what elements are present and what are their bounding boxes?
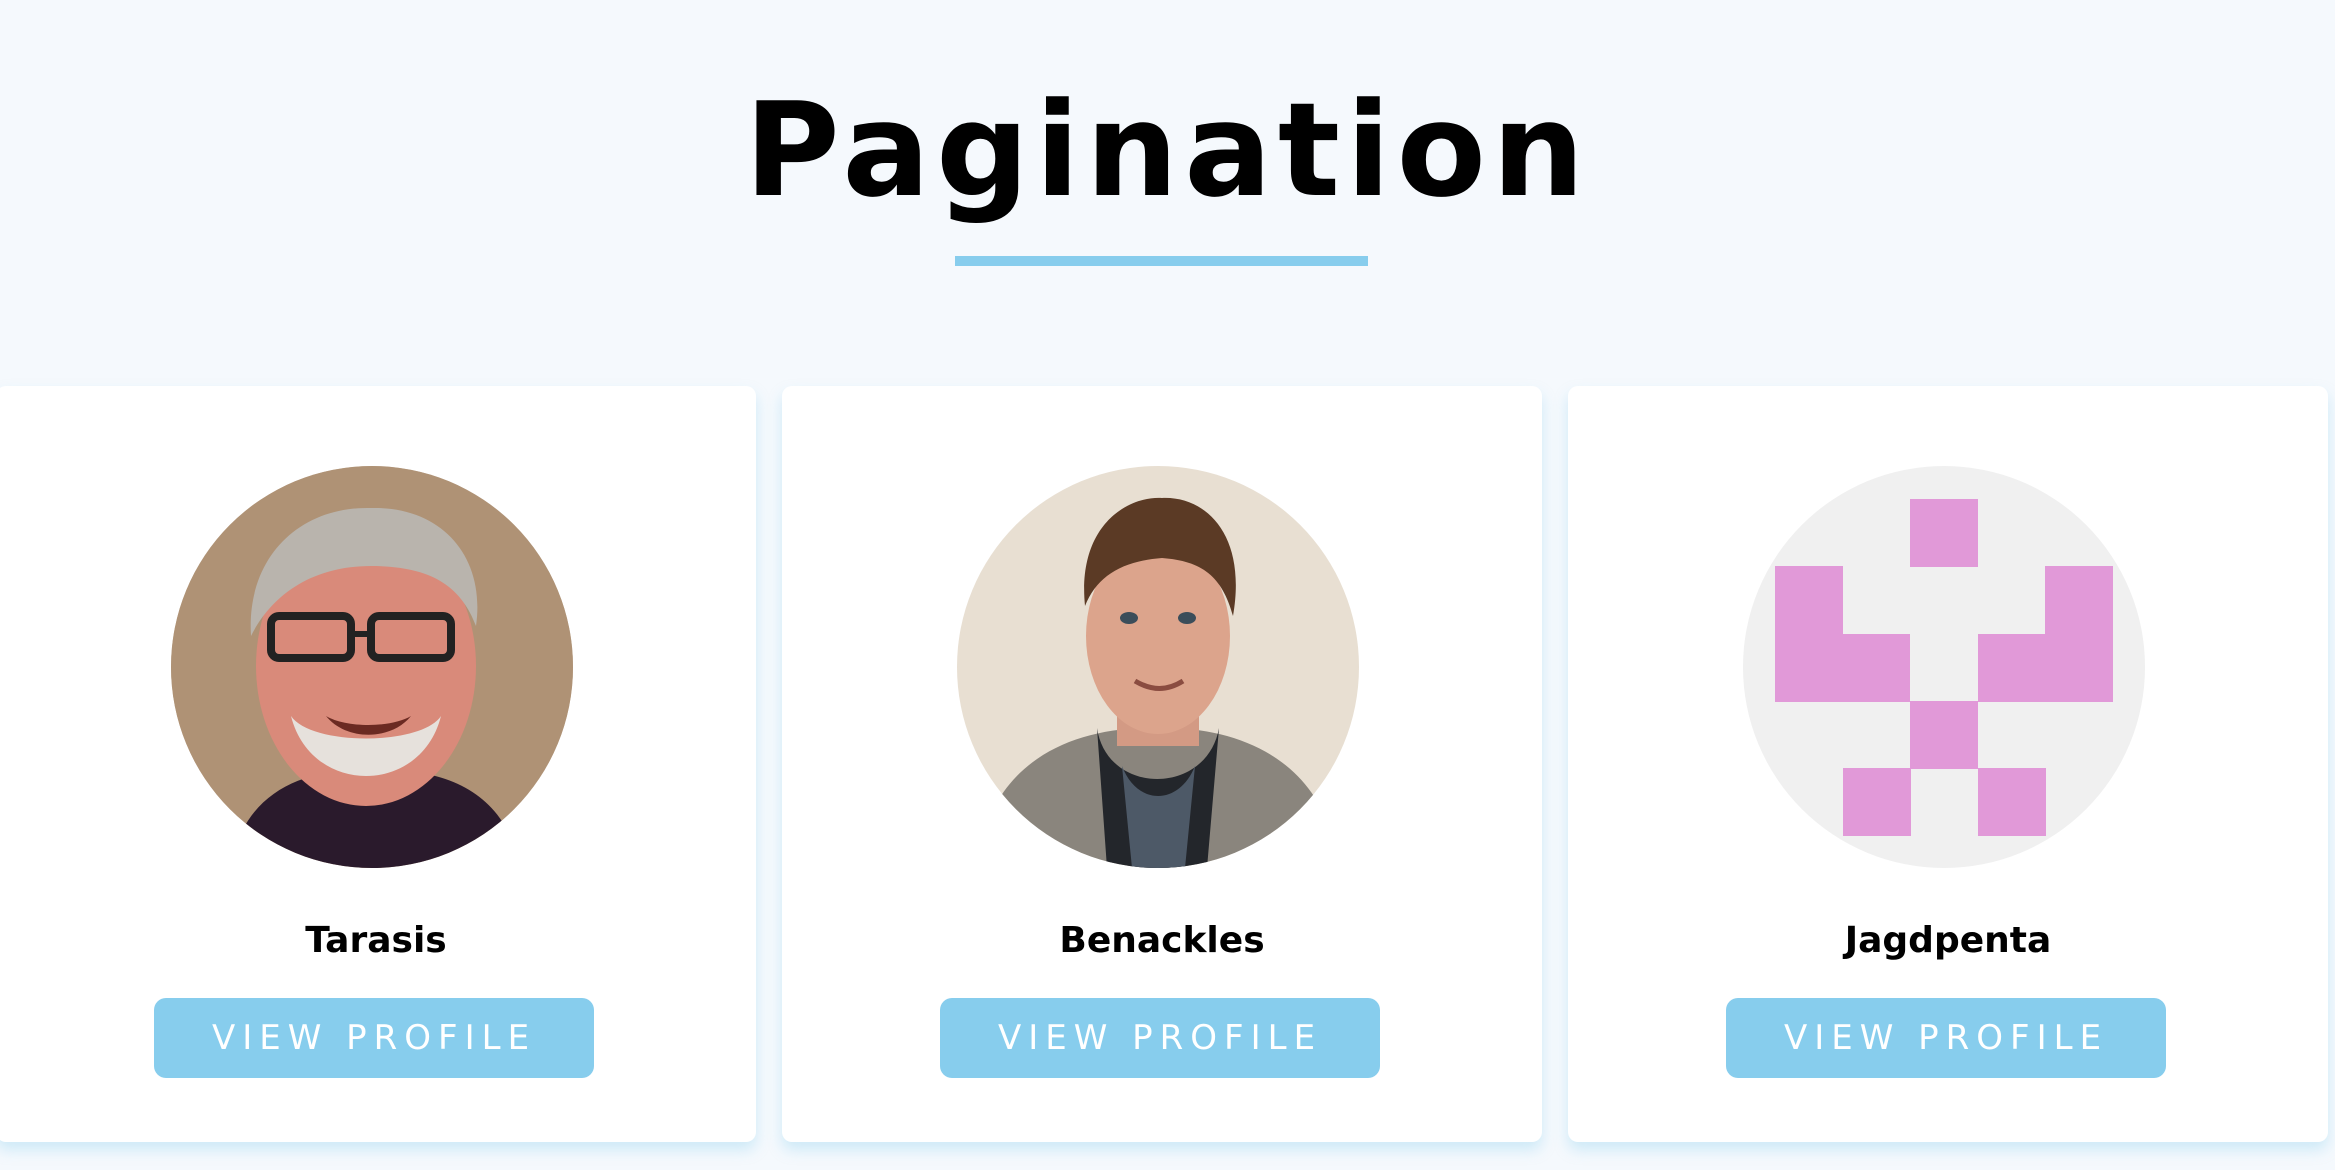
avatar-photo [171, 466, 573, 868]
profile-card: Tarasis VIEW PROFILE [0, 386, 756, 1142]
page-title: Pagination [744, 74, 1591, 226]
identicon-avatar [1743, 466, 2145, 868]
page-header: Pagination [0, 0, 2335, 380]
profile-card: Jagdpenta VIEW PROFILE [1568, 386, 2328, 1142]
card-name: Benackles [1059, 920, 1265, 961]
avatar [1743, 466, 2145, 868]
card-name: Jagdpenta [1844, 920, 2052, 961]
view-profile-button[interactable]: VIEW PROFILE [940, 998, 1380, 1078]
profile-card: Benackles VIEW PROFILE [782, 386, 1542, 1142]
view-profile-button[interactable]: VIEW PROFILE [1726, 998, 2166, 1078]
avatar [957, 466, 1359, 868]
avatar-photo [957, 466, 1359, 868]
avatar [171, 466, 573, 868]
profile-card-list: Tarasis VIEW PROFILE Benackles VIEW PROF… [0, 386, 2335, 1146]
view-profile-button[interactable]: VIEW PROFILE [154, 998, 594, 1078]
card-name: Tarasis [305, 920, 447, 961]
title-underline [955, 256, 1368, 266]
